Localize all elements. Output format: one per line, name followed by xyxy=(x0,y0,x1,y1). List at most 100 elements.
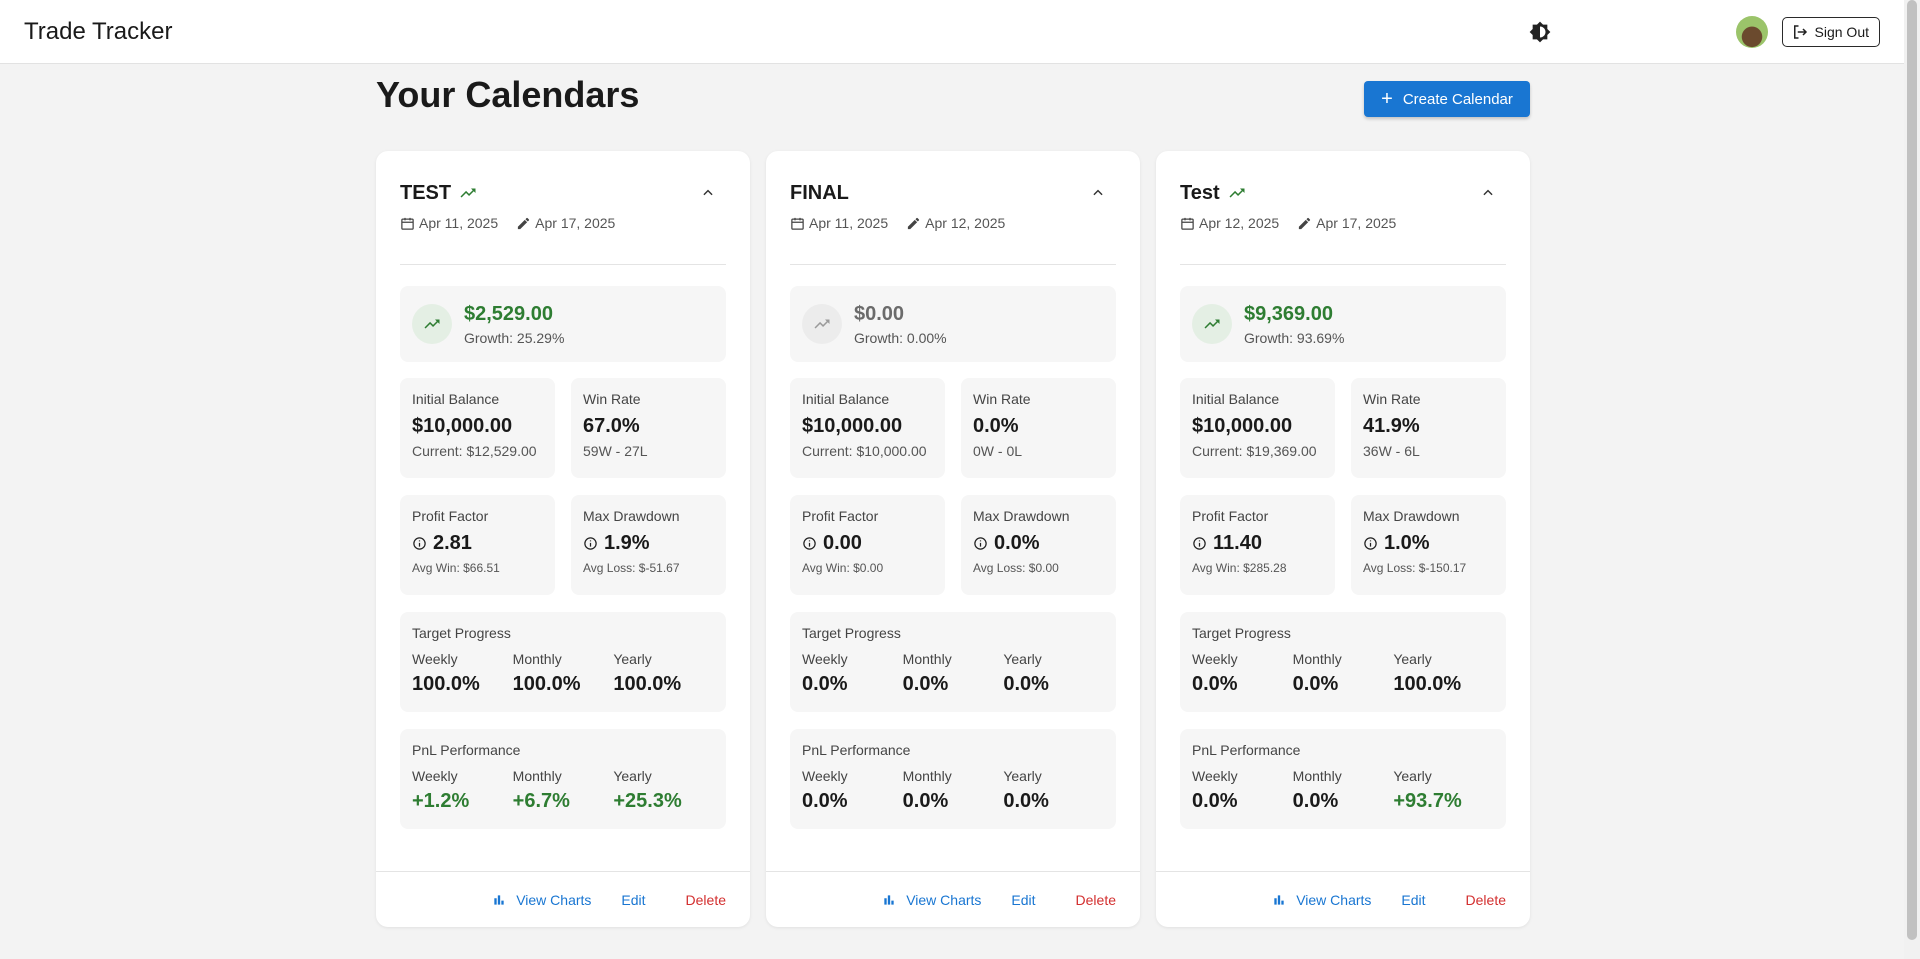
stat-value: $10,000.00 xyxy=(1192,415,1293,437)
updated-date: Apr 17, 2025 xyxy=(516,215,615,231)
view-charts-button[interactable]: View Charts xyxy=(882,892,981,908)
balance-summary: $9,369.00 Growth: 93.69% xyxy=(1180,286,1506,362)
collapse-button[interactable] xyxy=(1088,183,1108,203)
target-weekly: Weekly 0.0% xyxy=(802,651,848,695)
target-progress-panel: Target Progress Weekly 0.0% Monthly 0.0% Y… xyxy=(1180,612,1506,712)
edit-button[interactable]: Edit xyxy=(621,892,645,908)
card-actions: View Charts Edit Delete xyxy=(376,871,750,927)
stat-label: Initial Balance xyxy=(802,391,890,407)
info-icon[interactable] xyxy=(1192,536,1207,551)
edit-pencil-icon xyxy=(518,217,530,229)
pnl-yearly: Yearly +93.7% xyxy=(1393,768,1462,812)
pnl-yearly: Yearly 0.0% xyxy=(1003,768,1049,812)
stat-label: Profit Factor xyxy=(1192,508,1269,524)
card-header: Test Apr 12, 2025 Apr 17, 2025 xyxy=(1180,179,1506,231)
chevron-up-icon xyxy=(1093,189,1103,196)
created-date: Apr 11, 2025 xyxy=(790,215,888,231)
view-charts-button[interactable]: View Charts xyxy=(1272,892,1371,908)
create-calendar-button[interactable]: + Create Calendar xyxy=(1364,81,1530,117)
user-avatar[interactable] xyxy=(1735,15,1768,48)
card-header: FINAL Apr 11, 2025 Apr 12, 2025 xyxy=(790,179,1116,231)
collapse-button[interactable] xyxy=(1478,183,1498,203)
target-yearly: Yearly 0.0% xyxy=(1003,651,1049,695)
stat-label: Profit Factor xyxy=(412,508,489,524)
stat-value: 0.0% xyxy=(973,415,1019,437)
balance-trend-badge xyxy=(412,304,452,344)
info-icon[interactable] xyxy=(1363,536,1378,551)
trending-up-icon xyxy=(814,319,830,329)
calendar-icon xyxy=(791,217,804,230)
pnl-monthly: Monthly 0.0% xyxy=(1292,768,1342,812)
calendar-card-final: FINAL Apr 11, 2025 Apr 12, 2025 $0.00 Gr… xyxy=(766,151,1140,927)
calendar-title: Test xyxy=(1180,181,1220,204)
app-bar: Trade Tracker Sign Out xyxy=(0,0,1904,64)
stat-sub: 59W - 27L xyxy=(583,443,648,459)
trending-up-icon xyxy=(460,188,476,198)
trending-up-icon xyxy=(1204,319,1220,329)
target-progress-panel: Target Progress Weekly 100.0% Monthly 100.… xyxy=(400,612,726,712)
delete-button[interactable]: Delete xyxy=(1466,892,1506,908)
pnl-monthly: Monthly 0.0% xyxy=(902,768,952,812)
calendar-title: TEST xyxy=(400,181,452,204)
theme-toggle-button[interactable] xyxy=(1522,14,1558,50)
target-monthly: Monthly 0.0% xyxy=(902,651,952,695)
panel-label: PnL Performance xyxy=(802,742,911,758)
delete-button[interactable]: Delete xyxy=(1076,892,1116,908)
calendar-icon xyxy=(401,217,414,230)
pnl-yearly: Yearly +25.3% xyxy=(613,768,682,812)
view-charts-button[interactable]: View Charts xyxy=(492,892,591,908)
stat-value: 41.9% xyxy=(1363,415,1420,437)
pnl-performance-values: Weekly 0.0% Monthly 0.0% Yearly +93.7% xyxy=(1192,768,1494,813)
initial-balance-stat: Initial Balance $10,000.00 Current: $10,… xyxy=(790,378,945,478)
info-icon[interactable] xyxy=(412,536,427,551)
page-scrollbar[interactable] xyxy=(1904,0,1920,959)
created-date: Apr 12, 2025 xyxy=(1180,215,1279,231)
scrollbar-thumb[interactable] xyxy=(1907,0,1917,940)
target-monthly: Monthly 0.0% xyxy=(1292,651,1342,695)
bar-chart-icon xyxy=(884,894,894,905)
app-title: Trade Tracker xyxy=(24,17,173,45)
info-icon[interactable] xyxy=(802,536,817,551)
edit-button[interactable]: Edit xyxy=(1401,892,1425,908)
edit-pencil-icon xyxy=(908,217,920,229)
profit-factor-stat: Profit Factor 11.40 Avg Win: $285.28 xyxy=(1180,495,1335,595)
calendar-title: FINAL xyxy=(790,181,849,204)
pnl-performance-panel: PnL Performance Weekly 0.0% Monthly 0.0% Y… xyxy=(1180,729,1506,829)
target-weekly: Weekly 0.0% xyxy=(1192,651,1238,695)
updated-date: Apr 17, 2025 xyxy=(1297,215,1396,231)
card-divider xyxy=(400,264,726,265)
pnl-monthly: Monthly +6.7% xyxy=(512,768,570,812)
balance-text: $0.00 Growth: 0.00% xyxy=(854,303,947,346)
info-icon[interactable] xyxy=(583,536,598,551)
calendar-icon xyxy=(1181,217,1194,230)
edit-button[interactable]: Edit xyxy=(1011,892,1035,908)
calendar-card-test: TEST Apr 11, 2025 Apr 17, 2025 $2,529.00… xyxy=(376,151,750,927)
profit-factor-stat: Profit Factor 2.81 Avg Win: $66.51 xyxy=(400,495,555,595)
info-icon[interactable] xyxy=(973,536,988,551)
card-header: TEST Apr 11, 2025 Apr 17, 2025 xyxy=(400,179,726,231)
stat-label: Max Drawdown xyxy=(973,508,1070,524)
balance-trend-badge xyxy=(1192,304,1232,344)
stat-sub: Current: $12,529.00 xyxy=(412,443,537,459)
balance-amount: $0.00 xyxy=(854,302,905,325)
trending-up-icon xyxy=(1229,188,1245,198)
win-rate-stat: Win Rate 41.9% 36W - 6L xyxy=(1351,378,1506,478)
stat-label: Max Drawdown xyxy=(583,508,680,524)
delete-button[interactable]: Delete xyxy=(686,892,726,908)
stat-label: Initial Balance xyxy=(1192,391,1280,407)
stat-value: 11.40 xyxy=(1192,532,1323,555)
sign-out-button[interactable]: Sign Out xyxy=(1781,16,1880,47)
pnl-weekly: Weekly 0.0% xyxy=(1192,768,1238,812)
max-drawdown-stat: Max Drawdown 0.0% Avg Loss: $0.00 xyxy=(961,495,1116,595)
stat-sub: Current: $19,369.00 xyxy=(1192,443,1317,459)
balance-amount: $2,529.00 xyxy=(464,302,553,325)
stat-value: 1.9% xyxy=(583,532,714,555)
collapse-button[interactable] xyxy=(698,183,718,203)
pnl-performance-panel: PnL Performance Weekly +1.2% Monthly +6.7%… xyxy=(400,729,726,829)
chevron-up-icon xyxy=(1483,189,1493,196)
target-yearly: Yearly 100.0% xyxy=(613,651,682,695)
stat-label: Win Rate xyxy=(973,391,1031,407)
balance-growth: Growth: 25.29% xyxy=(464,329,565,346)
panel-label: PnL Performance xyxy=(1192,742,1301,758)
stat-sub: Avg Win: $285.28 xyxy=(1192,561,1287,575)
